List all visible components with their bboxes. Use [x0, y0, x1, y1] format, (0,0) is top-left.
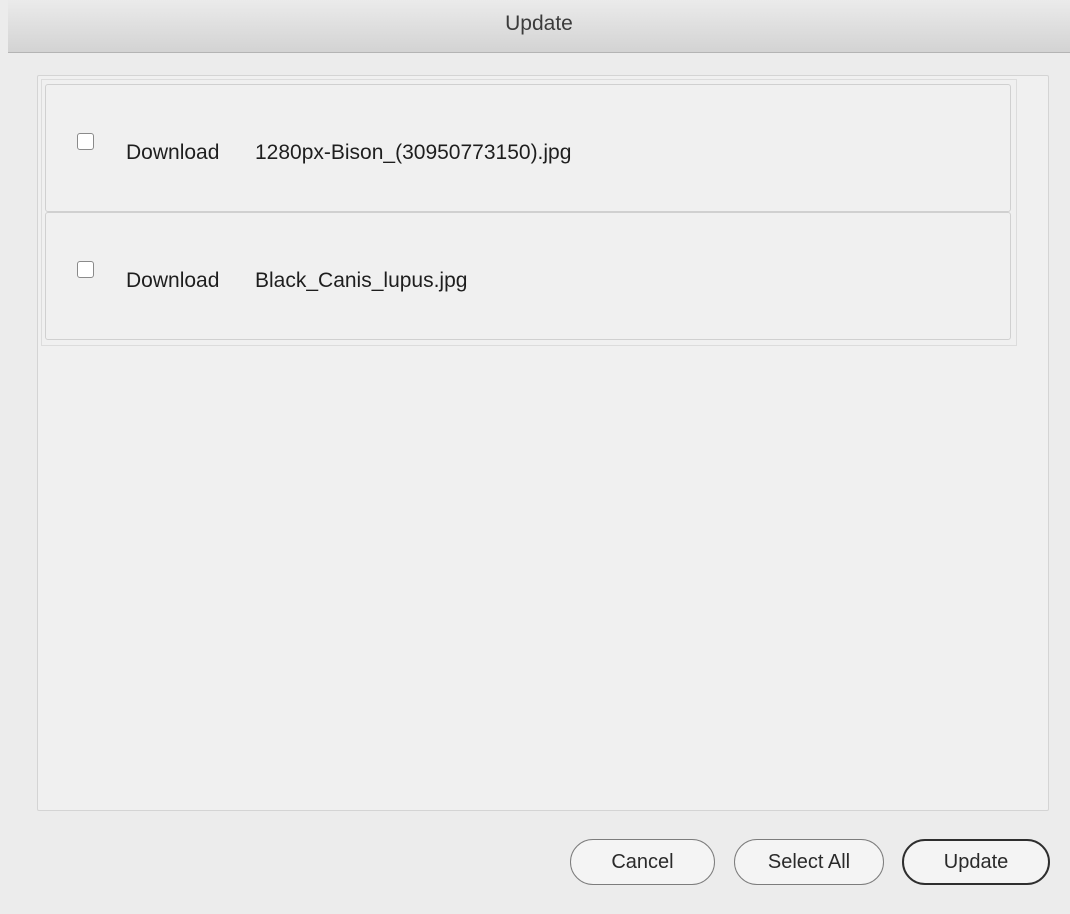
download-checkbox[interactable]: [77, 133, 94, 150]
download-rows-group: Download 1280px-Bison_(30950773150).jpg …: [41, 79, 1017, 346]
list-item-filename: Black_Canis_lupus.jpg: [255, 269, 468, 292]
download-list: Download 1280px-Bison_(30950773150).jpg …: [37, 75, 1049, 811]
window-title: Update: [505, 12, 573, 35]
update-dialog: Update Download 1280px-Bison_(3095077315…: [8, 0, 1070, 914]
cancel-button[interactable]: Cancel: [570, 839, 715, 885]
update-button[interactable]: Update: [902, 839, 1050, 885]
list-item-action: Download: [126, 141, 220, 164]
list-item: Download 1280px-Bison_(30950773150).jpg: [45, 84, 1011, 212]
download-checkbox[interactable]: [77, 261, 94, 278]
list-item-action: Download: [126, 269, 220, 292]
select-all-button[interactable]: Select All: [734, 839, 884, 885]
title-bar[interactable]: Update: [8, 0, 1070, 53]
list-item: Download Black_Canis_lupus.jpg: [45, 212, 1011, 340]
dialog-content: Download 1280px-Bison_(30950773150).jpg …: [8, 53, 1070, 914]
list-item-filename: 1280px-Bison_(30950773150).jpg: [255, 141, 572, 164]
